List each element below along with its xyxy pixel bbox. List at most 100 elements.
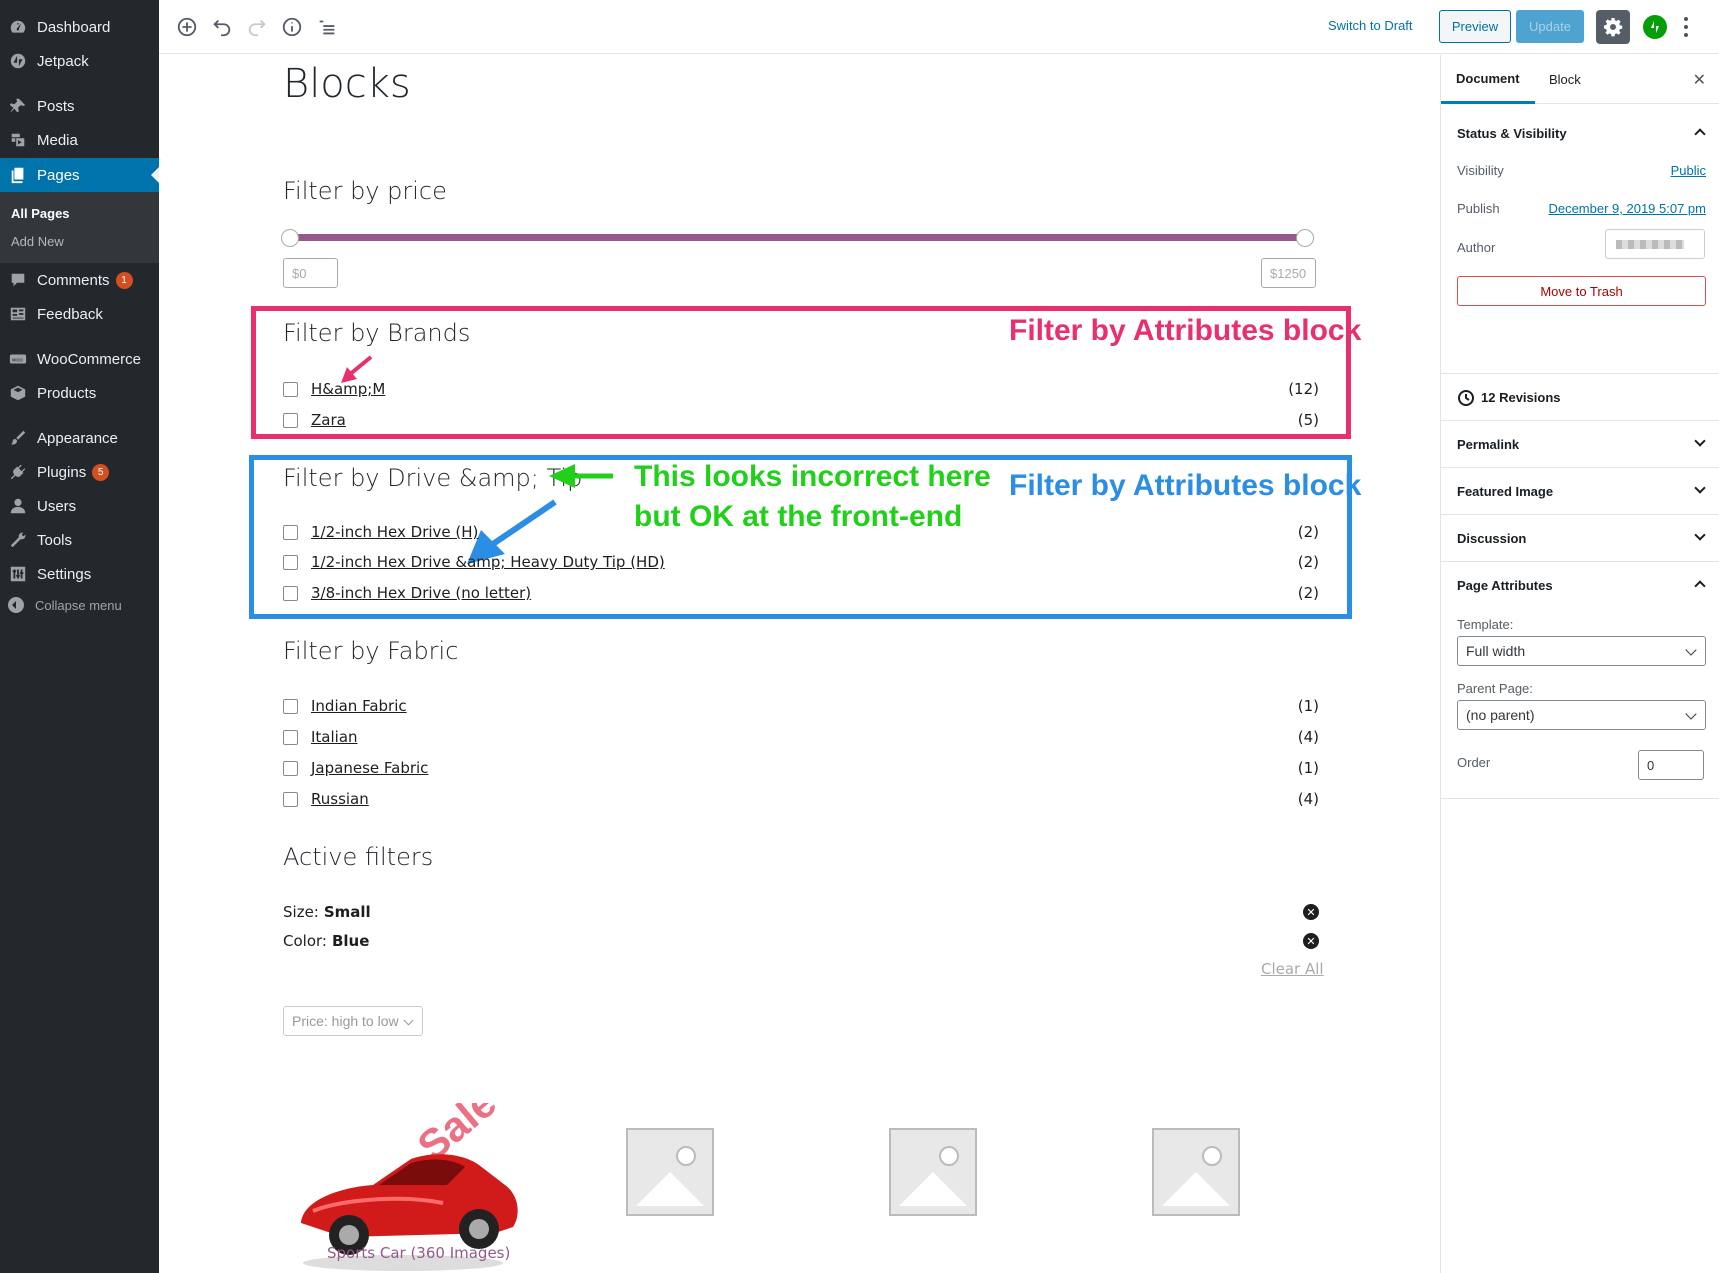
permalink-panel[interactable]: Permalink: [1441, 421, 1719, 468]
info-icon[interactable]: [280, 15, 304, 39]
checkbox[interactable]: [283, 729, 298, 745]
fabric-option[interactable]: Japanese Fabric (1): [283, 757, 1319, 779]
visibility-link[interactable]: Public: [1671, 163, 1706, 178]
brand-option-label[interactable]: Zara: [311, 411, 346, 429]
min-price-input[interactable]: $0: [283, 258, 338, 288]
close-icon[interactable]: ✕: [1693, 70, 1706, 90]
menu-item-woocommerce[interactable]: woo WooCommerce: [0, 342, 159, 376]
checkbox[interactable]: [283, 554, 298, 570]
fabric-option[interactable]: Indian Fabric (1): [283, 695, 1319, 717]
checkbox[interactable]: [283, 760, 298, 776]
page-title[interactable]: Blocks: [283, 61, 411, 107]
checkbox[interactable]: [283, 791, 298, 807]
product-placeholder-image[interactable]: [626, 1128, 714, 1216]
collapse-menu-button[interactable]: Collapse menu: [8, 597, 122, 613]
fabric-option[interactable]: Italian (4): [283, 726, 1319, 748]
update-button[interactable]: Update: [1516, 10, 1584, 43]
checkbox[interactable]: [283, 381, 298, 397]
fabric-option-label[interactable]: Russian: [311, 790, 369, 808]
drive-option-label[interactable]: 1/2-inch Hex Drive (H): [311, 523, 478, 541]
drive-option-label[interactable]: 1/2-inch Hex Drive &amp; Heavy Duty Tip …: [311, 553, 665, 571]
move-to-trash-button[interactable]: Move to Trash: [1457, 276, 1706, 306]
chevron-up-icon[interactable]: [1694, 128, 1706, 140]
fabric-option[interactable]: Russian (4): [283, 788, 1319, 810]
revisions-panel[interactable]: 12 Revisions: [1441, 374, 1719, 421]
page-attributes-title[interactable]: Page Attributes: [1457, 578, 1553, 593]
brand-option[interactable]: H&amp;M (12): [283, 378, 1319, 400]
fabric-option-label[interactable]: Japanese Fabric: [311, 759, 428, 777]
brand-option-label[interactable]: H&amp;M: [311, 380, 385, 398]
chevron-down-icon[interactable]: [1694, 529, 1706, 541]
brand-option[interactable]: Zara (5): [283, 409, 1319, 431]
chevron-up-icon[interactable]: [1694, 580, 1706, 592]
settings-toggle-button[interactable]: [1596, 10, 1630, 44]
menu-item-dashboard[interactable]: Dashboard: [0, 10, 159, 44]
revisions-label[interactable]: 12 Revisions: [1481, 390, 1561, 405]
price-slider-min-handle[interactable]: [281, 229, 299, 247]
fabric-option-label[interactable]: Italian: [311, 728, 358, 746]
remove-filter-icon[interactable]: ✕: [1303, 904, 1319, 920]
menu-item-jetpack[interactable]: Jetpack: [0, 44, 159, 78]
switch-to-draft-button[interactable]: Switch to Draft: [1328, 18, 1413, 33]
publish-date-link[interactable]: December 9, 2019 5:07 pm: [1548, 201, 1706, 216]
tab-block[interactable]: Block: [1549, 55, 1581, 104]
status-visibility-title[interactable]: Status & Visibility: [1457, 126, 1567, 141]
menu-item-pages[interactable]: Pages: [0, 158, 159, 192]
menu-item-appearance[interactable]: Appearance: [0, 421, 159, 455]
fabric-option-count: (1): [1297, 697, 1319, 715]
chevron-down-icon[interactable]: [1694, 482, 1706, 494]
menu-item-feedback[interactable]: Feedback: [0, 297, 159, 331]
visibility-label: Visibility: [1457, 163, 1504, 178]
product-placeholder-image[interactable]: [1152, 1128, 1240, 1216]
permalink-title[interactable]: Permalink: [1457, 437, 1519, 452]
drive-option[interactable]: 1/2-inch Hex Drive &amp; Heavy Duty Tip …: [283, 551, 1319, 573]
price-slider-max-handle[interactable]: [1296, 229, 1314, 247]
add-block-icon[interactable]: [175, 15, 199, 39]
price-slider-track[interactable]: [290, 234, 1305, 241]
checkbox[interactable]: [283, 585, 298, 601]
author-select[interactable]: [1605, 229, 1705, 259]
product-title[interactable]: Sports Car (360 Images): [327, 1244, 510, 1262]
menu-item-posts[interactable]: Posts: [0, 89, 159, 123]
menu-item-media[interactable]: Media: [0, 123, 159, 157]
checkbox[interactable]: [283, 698, 298, 714]
tab-document[interactable]: Document: [1441, 55, 1535, 104]
drive-option-count: (2): [1297, 553, 1319, 571]
clear-all-link[interactable]: Clear All: [1261, 960, 1324, 978]
submenu-add-new[interactable]: Add New: [11, 234, 64, 249]
redo-icon[interactable]: [245, 15, 269, 39]
parent-page-select[interactable]: (no parent): [1457, 700, 1706, 730]
drive-option[interactable]: 3/8-inch Hex Drive (no letter) (2): [283, 582, 1319, 604]
featured-image-panel[interactable]: Featured Image: [1441, 468, 1719, 515]
menu-item-products[interactable]: Products: [0, 376, 159, 410]
block-navigation-icon[interactable]: [315, 15, 339, 39]
settings-sidebar: Document Block ✕ Status & Visibility Vis…: [1440, 55, 1719, 1273]
plugins-icon: [8, 462, 28, 482]
discussion-panel[interactable]: Discussion: [1441, 515, 1719, 562]
drive-option-label[interactable]: 3/8-inch Hex Drive (no letter): [311, 584, 531, 602]
submenu-all-pages[interactable]: All Pages: [11, 206, 70, 221]
remove-filter-icon[interactable]: ✕: [1303, 933, 1319, 949]
checkbox[interactable]: [283, 524, 298, 540]
sort-select[interactable]: Price: high to low: [283, 1006, 423, 1036]
wrench-icon: [8, 530, 28, 550]
menu-item-plugins[interactable]: Plugins 5: [0, 455, 159, 489]
chevron-down-icon[interactable]: [1694, 435, 1706, 447]
drive-option[interactable]: 1/2-inch Hex Drive (H) (2): [283, 521, 1319, 543]
order-input[interactable]: 0: [1638, 750, 1704, 780]
menu-item-settings[interactable]: Settings: [0, 557, 159, 591]
product-placeholder-image[interactable]: [889, 1128, 977, 1216]
template-select[interactable]: Full width: [1457, 636, 1706, 666]
menu-item-comments[interactable]: Comments 1: [0, 263, 159, 297]
max-price-input[interactable]: $1250: [1261, 258, 1316, 288]
discussion-title[interactable]: Discussion: [1457, 531, 1526, 546]
checkbox[interactable]: [283, 412, 298, 428]
featured-image-title[interactable]: Featured Image: [1457, 484, 1553, 499]
menu-item-users[interactable]: Users: [0, 489, 159, 523]
preview-button[interactable]: Preview: [1439, 10, 1511, 43]
jetpack-button[interactable]: [1643, 15, 1667, 39]
undo-icon[interactable]: [210, 15, 234, 39]
more-options-icon[interactable]: [1682, 14, 1690, 40]
menu-item-tools[interactable]: Tools: [0, 523, 159, 557]
fabric-option-label[interactable]: Indian Fabric: [311, 697, 407, 715]
